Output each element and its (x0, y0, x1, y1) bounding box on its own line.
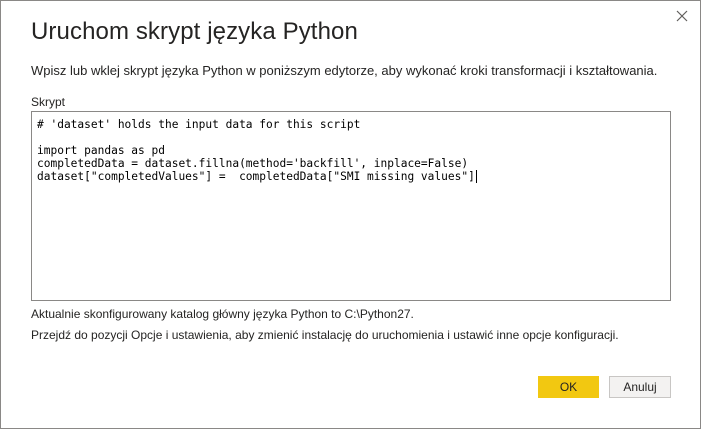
dialog-title: Uruchom skrypt języka Python (31, 18, 358, 45)
dialog-description: Wpisz lub wklej skrypt języka Python w p… (31, 63, 658, 78)
script-label: Skrypt (31, 95, 66, 109)
code-line: import pandas as pd (37, 144, 165, 157)
script-editor[interactable]: # 'dataset' holds the input data for thi… (31, 111, 671, 301)
cancel-button[interactable]: Anuluj (609, 376, 671, 398)
code-line: completedData = dataset.fillna(method='b… (37, 157, 469, 170)
python-home-info: Aktualnie skonfigurowany katalog główny … (31, 307, 414, 321)
text-caret (475, 170, 477, 183)
code-line-text: dataset["completedValues"] = completedDa… (37, 170, 475, 183)
close-icon (676, 10, 688, 22)
code-line: # 'dataset' holds the input data for thi… (37, 118, 361, 131)
code-line-with-caret: dataset["completedValues"] = completedDa… (37, 170, 665, 183)
python-script-dialog: Uruchom skrypt języka Python Wpisz lub w… (0, 0, 701, 429)
options-hint: Przejdź do pozycji Opcje i ustawienia, a… (31, 328, 619, 342)
ok-button[interactable]: OK (538, 376, 599, 398)
close-button[interactable] (670, 5, 694, 27)
